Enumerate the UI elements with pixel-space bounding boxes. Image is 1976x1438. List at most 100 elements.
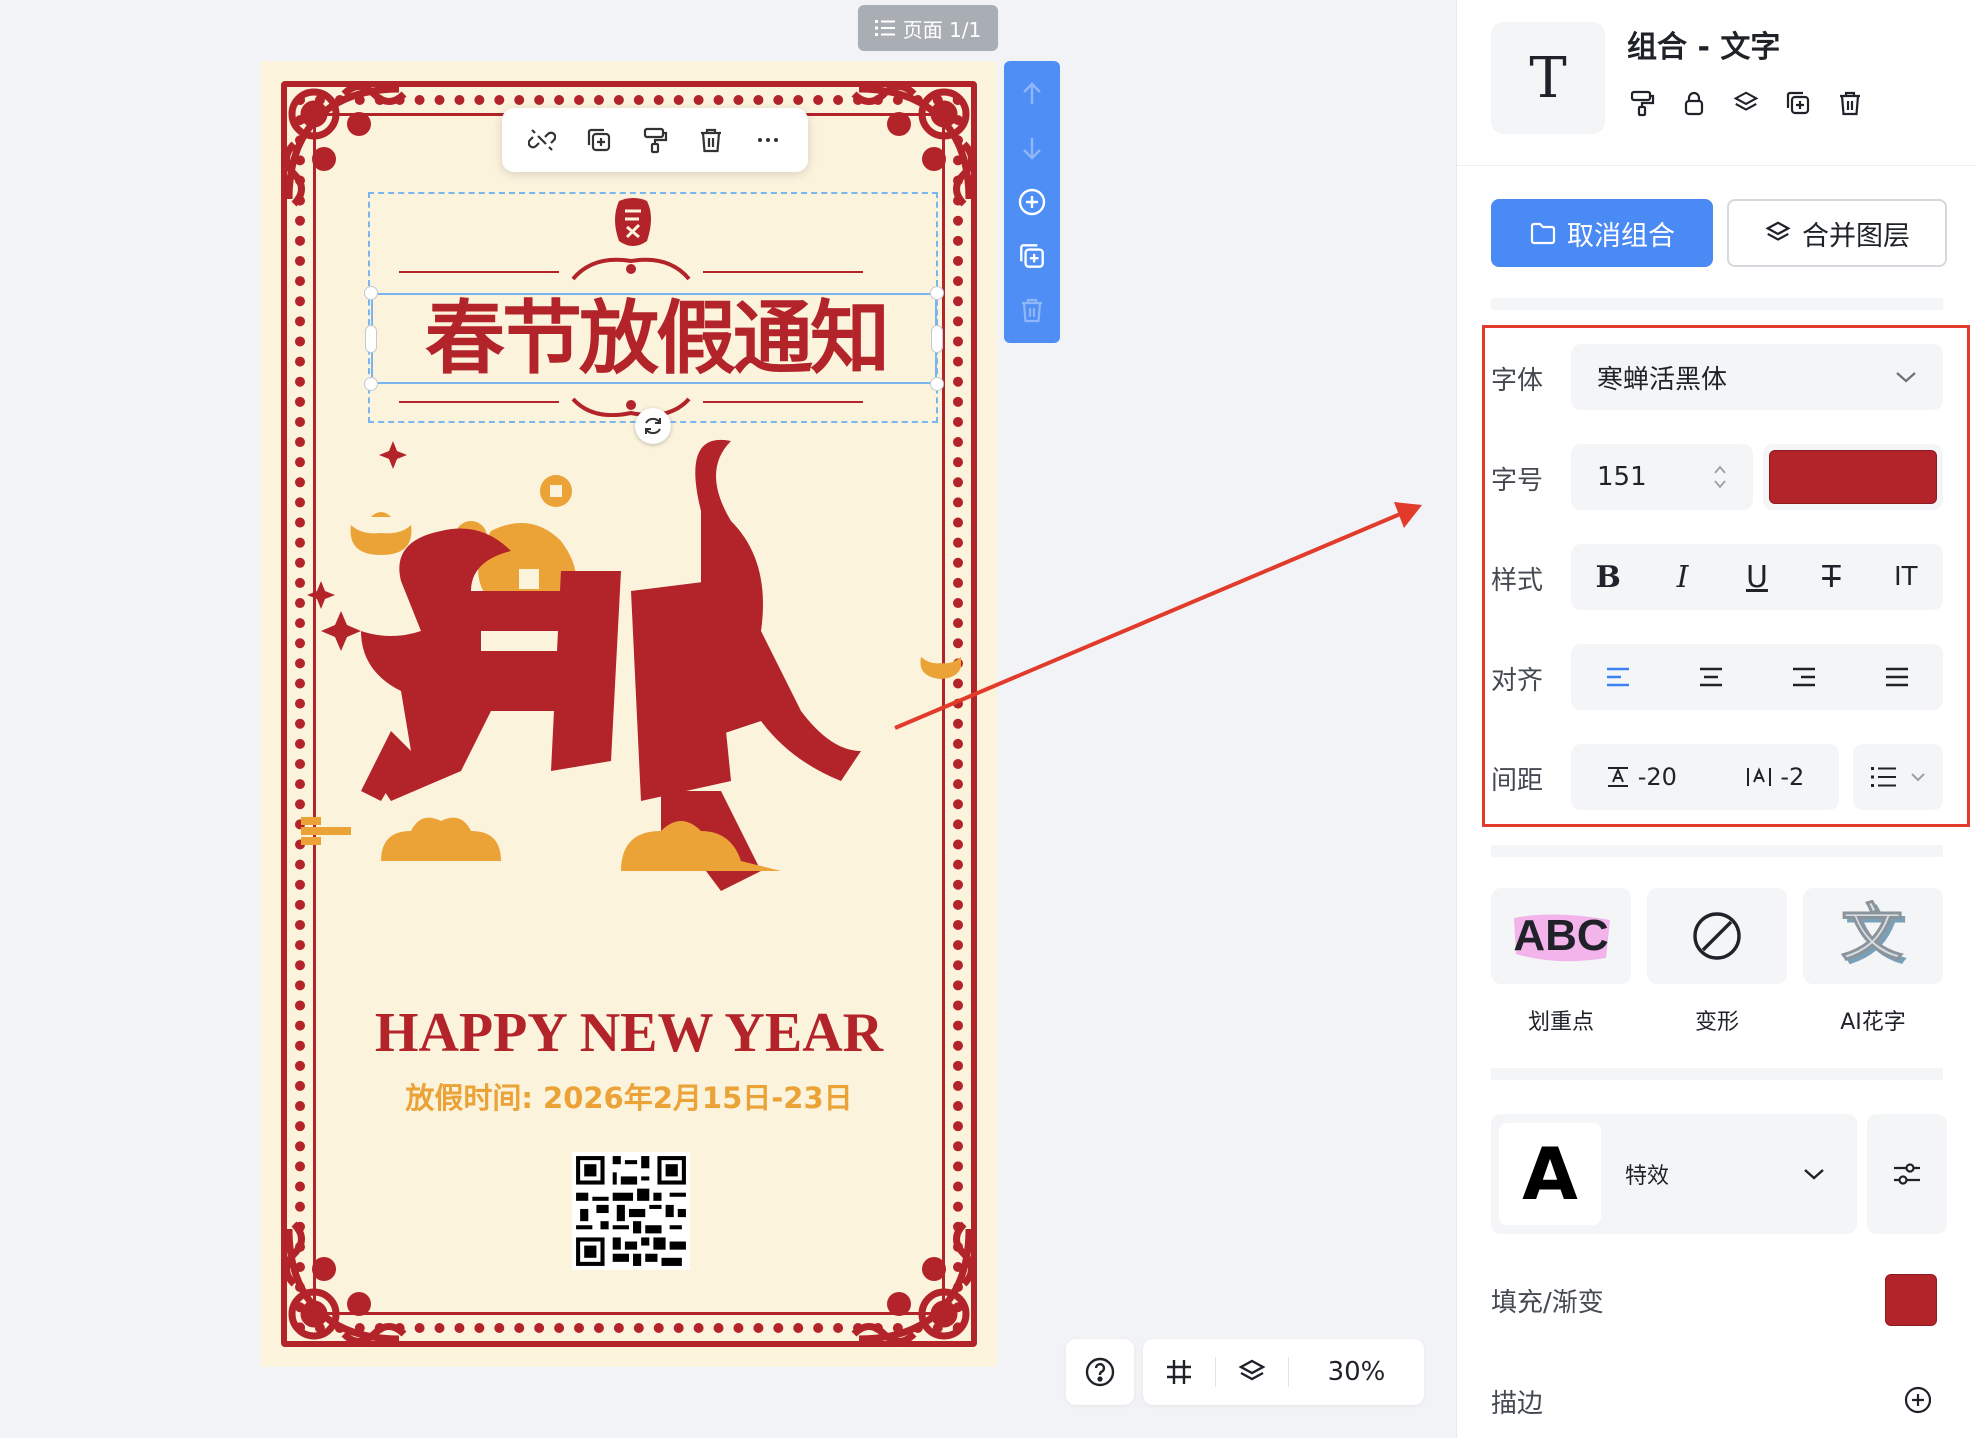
text-selection-box[interactable] <box>371 293 937 384</box>
letter-spacing-input[interactable]: -2 <box>1746 763 1804 791</box>
delete-button[interactable] <box>691 120 731 160</box>
ai-text-effect-label: AI花字 <box>1840 1010 1906 1035</box>
help-icon <box>1085 1357 1115 1387</box>
slash-circle-icon <box>1693 912 1741 960</box>
panel-divider <box>1457 165 1976 166</box>
section-divider <box>1491 1068 1943 1080</box>
trash-icon <box>701 128 722 153</box>
page-indicator[interactable]: 页面 1/1 <box>858 5 998 51</box>
duplicate-button[interactable] <box>579 120 619 160</box>
layers-icon <box>1238 1359 1266 1381</box>
align-left-icon <box>1606 667 1629 687</box>
resize-handle[interactable] <box>364 286 378 300</box>
align-center-button[interactable] <box>1686 657 1736 697</box>
list-style-dropdown[interactable] <box>1853 744 1943 810</box>
align-label: 对齐 <box>1491 666 1544 696</box>
stroke-label: 描边 <box>1491 1389 1544 1419</box>
format-painter-button[interactable] <box>635 120 675 160</box>
style-label: 样式 <box>1491 566 1544 596</box>
add-circle-icon <box>1018 188 1046 216</box>
copy-layer-button[interactable] <box>1012 236 1052 276</box>
text-effects-select[interactable]: A 特效 <box>1491 1114 1857 1234</box>
more-button[interactable] <box>748 120 788 160</box>
text-color-picker[interactable] <box>1763 444 1943 510</box>
canvas-bottom-toolbar: 30% <box>1143 1339 1424 1405</box>
italic-button[interactable]: I <box>1653 560 1713 595</box>
add-button[interactable] <box>1012 182 1052 222</box>
poster[interactable]: 春节放假通知 HAPPY NEW YEAR 放假时间: 2026年2月15日-2… <box>261 61 997 1367</box>
resize-handle[interactable] <box>364 377 378 391</box>
duplicate-button[interactable] <box>1783 88 1813 118</box>
font-size-stepper[interactable]: 151 <box>1571 444 1753 510</box>
ai-text-effect-card[interactable]: 文 文 <box>1803 888 1943 984</box>
font-size-value: 151 <box>1597 462 1647 492</box>
spacing-group: -20 -2 <box>1571 744 1839 810</box>
layers-button[interactable] <box>1216 1339 1288 1405</box>
unlink-button[interactable] <box>522 120 562 160</box>
arrow-down-icon <box>1023 138 1041 160</box>
align-right-icon <box>1792 667 1815 687</box>
chevron-down-icon <box>1896 372 1916 383</box>
transform-effect-label: 变形 <box>1694 1010 1739 1035</box>
ai-text-icon: 文 文 <box>1840 900 1907 972</box>
align-justify-button[interactable] <box>1872 657 1922 697</box>
font-select[interactable]: 寒蝉活黑体 <box>1571 344 1943 410</box>
poster-dates[interactable]: 放假时间: 2026年2月15日-23日 <box>261 1075 997 1117</box>
format-painter-icon <box>643 127 668 154</box>
move-down-button[interactable] <box>1012 128 1052 168</box>
fill-color-swatch[interactable] <box>1885 1274 1937 1326</box>
svg-text:ABC: ABC <box>1513 911 1608 960</box>
line-spacing-input[interactable]: -20 <box>1606 763 1677 791</box>
folder-icon <box>1530 222 1556 245</box>
effects-settings-button[interactable] <box>1867 1114 1947 1234</box>
text-align-group <box>1571 644 1943 710</box>
svg-text:文: 文 <box>1841 900 1903 969</box>
grid-button[interactable] <box>1143 1339 1215 1405</box>
highlight-effect-card[interactable]: ABC <box>1491 888 1631 984</box>
zoom-level[interactable]: 30% <box>1289 1357 1424 1387</box>
layers-button[interactable] <box>1731 88 1761 118</box>
sliders-icon <box>1894 1163 1920 1185</box>
font-label: 字体 <box>1491 366 1544 396</box>
letter-spacing-icon <box>1747 767 1772 786</box>
resize-handle[interactable] <box>930 286 944 300</box>
canvas-area[interactable]: 页面 1/1 春节放假通知 HAPPY NEW YEAR 放假时间: 2026年… <box>0 0 1455 1438</box>
align-right-button[interactable] <box>1779 657 1829 697</box>
horse-illustration <box>301 439 961 891</box>
align-justify-icon <box>1885 667 1908 687</box>
qr-code <box>572 1152 690 1270</box>
merge-layers-button[interactable]: 合并图层 <box>1727 199 1947 267</box>
strikethrough-button[interactable]: T <box>1801 560 1861 595</box>
poster-greeting[interactable]: HAPPY NEW YEAR <box>261 1001 997 1065</box>
duplicate-icon <box>587 128 610 152</box>
element-toolbar <box>502 108 808 172</box>
properties-panel: T 组合 - 文字 取消组合 合并图层 字体 寒蝉活黑体 字号 151 样式 B… <box>1456 0 1976 1438</box>
ungroup-label: 取消组合 <box>1567 220 1675 252</box>
lock-button[interactable] <box>1679 88 1709 118</box>
align-left-button[interactable] <box>1593 657 1643 697</box>
resize-handle[interactable] <box>365 325 377 353</box>
chevron-down-icon <box>1804 1169 1824 1180</box>
format-painter-button[interactable] <box>1627 88 1657 118</box>
trash-icon <box>1840 91 1860 116</box>
transform-effect-card[interactable] <box>1647 888 1787 984</box>
bold-button[interactable]: B <box>1578 560 1638 595</box>
resize-handle[interactable] <box>930 377 944 391</box>
move-up-button[interactable] <box>1012 74 1052 114</box>
lock-icon <box>1684 91 1704 116</box>
resize-handle[interactable] <box>931 325 943 353</box>
add-stroke-icon[interactable] <box>1903 1385 1933 1415</box>
text-effects-label: 特效 <box>1625 1164 1670 1189</box>
help-button[interactable] <box>1066 1339 1134 1405</box>
vertical-text-button[interactable]: IT <box>1876 562 1936 592</box>
grid-icon <box>1167 1360 1191 1384</box>
letter-spacing-value: -2 <box>1780 763 1805 791</box>
delete-button[interactable] <box>1835 88 1865 118</box>
underline-button[interactable]: U <box>1727 560 1787 595</box>
delete-layer-button[interactable] <box>1012 290 1052 330</box>
unlink-icon <box>528 129 557 151</box>
ungroup-button[interactable]: 取消组合 <box>1491 199 1713 267</box>
section-divider <box>1491 845 1943 857</box>
text-style-group: B I U T IT <box>1571 544 1943 610</box>
layers-icon <box>1733 91 1759 111</box>
